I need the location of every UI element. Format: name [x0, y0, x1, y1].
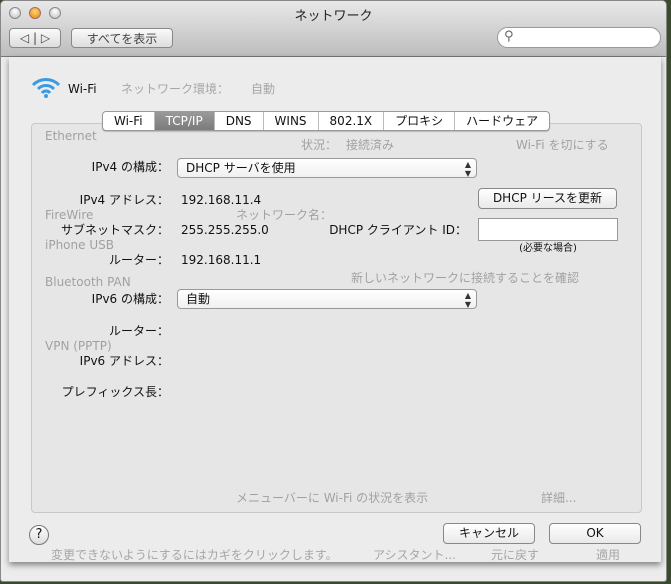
ok-button[interactable]: OK: [549, 523, 641, 544]
updown-arrows-icon: ▲ ▼: [464, 160, 471, 178]
subnet-label: サブネットマスク：: [60, 223, 169, 237]
client-id-hint: (必要な場合): [519, 243, 577, 254]
ipv6-config-popup[interactable]: 自動 ▲ ▼: [177, 289, 477, 309]
tcpip-sheet: Wi-Fi Wi-Fi TCP/IP DNS WINS 802.1X プロキシ …: [9, 57, 661, 562]
updown-arrows-icon: ▲ ▼: [464, 291, 471, 309]
help-button[interactable]: ?: [29, 525, 49, 545]
back-icon[interactable]: ◁: [20, 31, 29, 45]
service-name: Wi-Fi: [68, 82, 97, 96]
router-value: 192.168.11.1: [181, 253, 262, 267]
ipv4-config-popup[interactable]: DHCP サーバを使用 ▲ ▼: [177, 158, 477, 178]
forward-icon[interactable]: ▷: [41, 31, 50, 45]
ipv4-config-value: DHCP サーバを使用: [186, 161, 296, 175]
network-window: ネットワーク ◁ | ▷ すべてを表示 ⚲ Wi-Fi Wi-Fi TCP/IP…: [0, 0, 667, 582]
renew-dhcp-button[interactable]: DHCP リースを更新: [478, 188, 617, 209]
tab-8021x[interactable]: 802.1X: [319, 112, 385, 130]
ipv6-router-label: ルーター：: [108, 324, 169, 338]
wifi-icon: [31, 77, 61, 99]
ipv6-address-label: IPv6 アドレス：: [79, 354, 169, 368]
search-icon: ⚲: [504, 29, 514, 44]
back-forward-buttons[interactable]: ◁ | ▷: [9, 28, 61, 48]
settings-panel: [31, 123, 642, 513]
subnet-value: 255.255.255.0: [181, 223, 269, 237]
tab-proxy[interactable]: プロキシ: [384, 112, 456, 130]
client-id-input[interactable]: [478, 218, 618, 241]
toolbar: ネットワーク ◁ | ▷ すべてを表示 ⚲: [1, 1, 666, 57]
cancel-button[interactable]: キャンセル: [443, 523, 535, 544]
router-label: ルーター：: [108, 253, 169, 267]
tab-bar: Wi-Fi TCP/IP DNS WINS 802.1X プロキシ ハードウェア: [102, 111, 551, 131]
tab-hardware[interactable]: ハードウェア: [455, 112, 549, 130]
ipv6-config-value: 自動: [186, 292, 211, 306]
client-id-label: DHCP クライアント ID：: [329, 223, 467, 237]
ipv4-address-label: IPv4 アドレス：: [79, 193, 169, 207]
tab-wifi[interactable]: Wi-Fi: [103, 112, 155, 130]
prefix-length-label: プレフィックス長：: [61, 385, 169, 399]
ipv6-config-label: IPv6 の構成：: [91, 292, 169, 306]
ipv4-config-label: IPv4 の構成：: [91, 160, 169, 174]
ipv4-address: 192.168.11.4: [181, 193, 262, 207]
search-input[interactable]: ⚲: [497, 27, 661, 48]
tab-dns[interactable]: DNS: [215, 112, 264, 130]
show-all-button[interactable]: すべてを表示: [71, 28, 173, 48]
tab-wins[interactable]: WINS: [264, 112, 319, 130]
window-title: ネットワーク: [294, 9, 373, 24]
tab-tcpip[interactable]: TCP/IP: [154, 112, 215, 130]
